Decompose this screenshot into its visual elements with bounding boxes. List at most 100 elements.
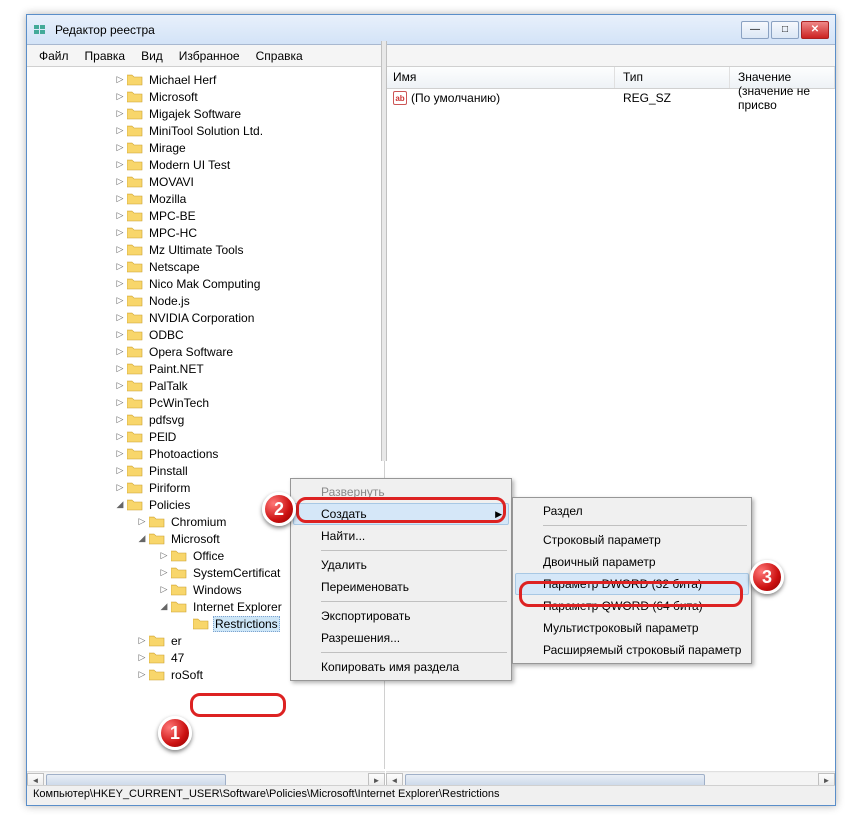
tree-item[interactable]: ▷ Opera Software — [27, 343, 384, 360]
tree-item[interactable]: ▷MOVAVI — [27, 173, 384, 190]
tree-item[interactable]: ▷Mz Ultimate Tools — [27, 241, 384, 258]
status-path: Компьютер\HKEY_CURRENT_USER\Software\Pol… — [33, 788, 500, 800]
expand-icon[interactable]: ▷ — [115, 449, 125, 459]
tree-item[interactable]: ▷Pinstall — [27, 462, 384, 479]
expand-icon[interactable]: ▷ — [115, 381, 125, 391]
ctx-new-qword[interactable]: Параметр QWORD (64 бита) — [515, 595, 749, 617]
expand-icon[interactable]: ◢ — [115, 500, 125, 510]
tree-item[interactable]: ▷MiniTool Solution Ltd. — [27, 122, 384, 139]
tree-item[interactable]: ▷MPC-BE — [27, 207, 384, 224]
tree-label: Opera Software — [147, 344, 235, 360]
expand-icon[interactable]: ◢ — [159, 602, 169, 612]
expand-icon[interactable]: ▷ — [115, 75, 125, 85]
tree-item[interactable]: ▷Node.js — [27, 292, 384, 309]
ctx-new-string[interactable]: Строковый параметр — [515, 529, 749, 551]
ctx-create[interactable]: Создать▶ — [293, 503, 509, 525]
folder-icon — [127, 328, 143, 341]
maximize-button[interactable]: □ — [771, 21, 799, 39]
ctx-new-multi[interactable]: Мультистроковый параметр — [515, 617, 749, 639]
tree-item[interactable]: ▷Photoactions — [27, 445, 384, 462]
tree-item[interactable]: ▷Netscape — [27, 258, 384, 275]
tree-item[interactable]: ▷pdfsvg — [27, 411, 384, 428]
ctx-copyname[interactable]: Копировать имя раздела — [293, 656, 509, 678]
expand-icon[interactable]: ▷ — [115, 194, 125, 204]
expand-icon[interactable]: ▷ — [137, 670, 147, 680]
col-type[interactable]: Тип — [615, 67, 730, 88]
ctx-new-expand[interactable]: Расширяемый строковый параметр — [515, 639, 749, 661]
folder-icon — [171, 566, 187, 579]
expand-icon[interactable]: ▷ — [115, 330, 125, 340]
expand-icon[interactable]: ▷ — [115, 160, 125, 170]
tree-item[interactable]: ▷Microsoft — [27, 88, 384, 105]
expand-icon[interactable]: ▷ — [137, 517, 147, 527]
minimize-button[interactable]: — — [741, 21, 769, 39]
expand-icon[interactable]: ▷ — [115, 466, 125, 476]
tree-item[interactable]: ▷Michael Herf — [27, 71, 384, 88]
tree-label: Mozilla — [147, 191, 188, 207]
expand-icon[interactable]: ▷ — [115, 177, 125, 187]
expand-icon[interactable]: ▷ — [115, 126, 125, 136]
tree-item[interactable]: ▷MPC-HC — [27, 224, 384, 241]
tree-label: Chromium — [169, 514, 228, 530]
tree-item[interactable]: ▷PElD — [27, 428, 384, 445]
menu-help[interactable]: Справка — [248, 47, 311, 65]
tree-item[interactable]: ▷Migajek Software — [27, 105, 384, 122]
expand-icon[interactable]: ▷ — [115, 245, 125, 255]
expand-icon[interactable]: ▷ — [115, 92, 125, 102]
tree-item[interactable]: ▷PcWinTech — [27, 394, 384, 411]
expand-icon[interactable]: ▷ — [115, 211, 125, 221]
expand-icon[interactable]: ▷ — [115, 347, 125, 357]
expand-icon[interactable]: ▷ — [115, 109, 125, 119]
expand-icon[interactable]: ▷ — [115, 483, 125, 493]
menu-favorites[interactable]: Избранное — [171, 47, 248, 65]
list-row[interactable]: ab (По умолчанию) REG_SZ (значение не пр… — [385, 89, 835, 107]
ctx-new-key[interactable]: Раздел — [515, 500, 749, 522]
tree-label: Paint.NET — [147, 361, 206, 377]
expand-icon[interactable]: ▷ — [115, 415, 125, 425]
expand-icon[interactable]: ▷ — [115, 143, 125, 153]
tree-label: Office — [191, 548, 226, 564]
ctx-expand[interactable]: Развернуть — [293, 481, 509, 503]
tree-item[interactable]: ▷Mirage — [27, 139, 384, 156]
expand-icon[interactable]: ◢ — [137, 534, 147, 544]
menu-file[interactable]: Файл — [31, 47, 77, 65]
ctx-new-binary[interactable]: Двоичный параметр — [515, 551, 749, 573]
expand-icon[interactable]: ▷ — [159, 568, 169, 578]
expand-icon[interactable]: ▷ — [115, 432, 125, 442]
tree-item[interactable]: ▷ Paint.NET — [27, 360, 384, 377]
expand-icon[interactable]: ▷ — [137, 653, 147, 663]
window-buttons: — □ ✕ — [741, 21, 829, 39]
ctx-delete[interactable]: Удалить — [293, 554, 509, 576]
titlebar[interactable]: Редактор реестра — □ ✕ — [27, 15, 835, 45]
ctx-permissions[interactable]: Разрешения... — [293, 627, 509, 649]
expand-icon[interactable] — [181, 619, 191, 629]
expand-icon[interactable]: ▷ — [115, 262, 125, 272]
tree-item[interactable]: ▷ODBC — [27, 326, 384, 343]
ctx-export[interactable]: Экспортировать — [293, 605, 509, 627]
tree-item[interactable]: ▷Nico Mak Computing — [27, 275, 384, 292]
expand-icon[interactable]: ▷ — [115, 364, 125, 374]
expand-icon[interactable]: ▷ — [137, 636, 147, 646]
expand-icon[interactable]: ▷ — [115, 296, 125, 306]
ctx-new-dword[interactable]: Параметр DWORD (32 бита) — [515, 573, 749, 595]
expand-icon[interactable]: ▷ — [115, 228, 125, 238]
expand-icon[interactable]: ▷ — [115, 398, 125, 408]
expand-icon[interactable]: ▷ — [159, 551, 169, 561]
ctx-separator — [321, 601, 507, 602]
ctx-find[interactable]: Найти... — [293, 525, 509, 547]
close-button[interactable]: ✕ — [801, 21, 829, 39]
tree-item[interactable]: ▷NVIDIA Corporation — [27, 309, 384, 326]
tree-item[interactable]: ▷ Mozilla — [27, 190, 384, 207]
ctx-rename[interactable]: Переименовать — [293, 576, 509, 598]
expand-icon[interactable]: ▷ — [115, 279, 125, 289]
menu-edit[interactable]: Правка — [77, 47, 134, 65]
tree-item[interactable]: ▷ Modern UI Test — [27, 156, 384, 173]
expand-icon[interactable]: ▷ — [159, 585, 169, 595]
tree-label: Modern UI Test — [147, 157, 232, 173]
col-name[interactable]: Имя — [385, 67, 615, 88]
folder-icon — [127, 209, 143, 222]
tree-item[interactable]: ▷PalTalk — [27, 377, 384, 394]
menu-view[interactable]: Вид — [133, 47, 171, 65]
expand-icon[interactable]: ▷ — [115, 313, 125, 323]
splitter-grip[interactable] — [381, 41, 387, 461]
